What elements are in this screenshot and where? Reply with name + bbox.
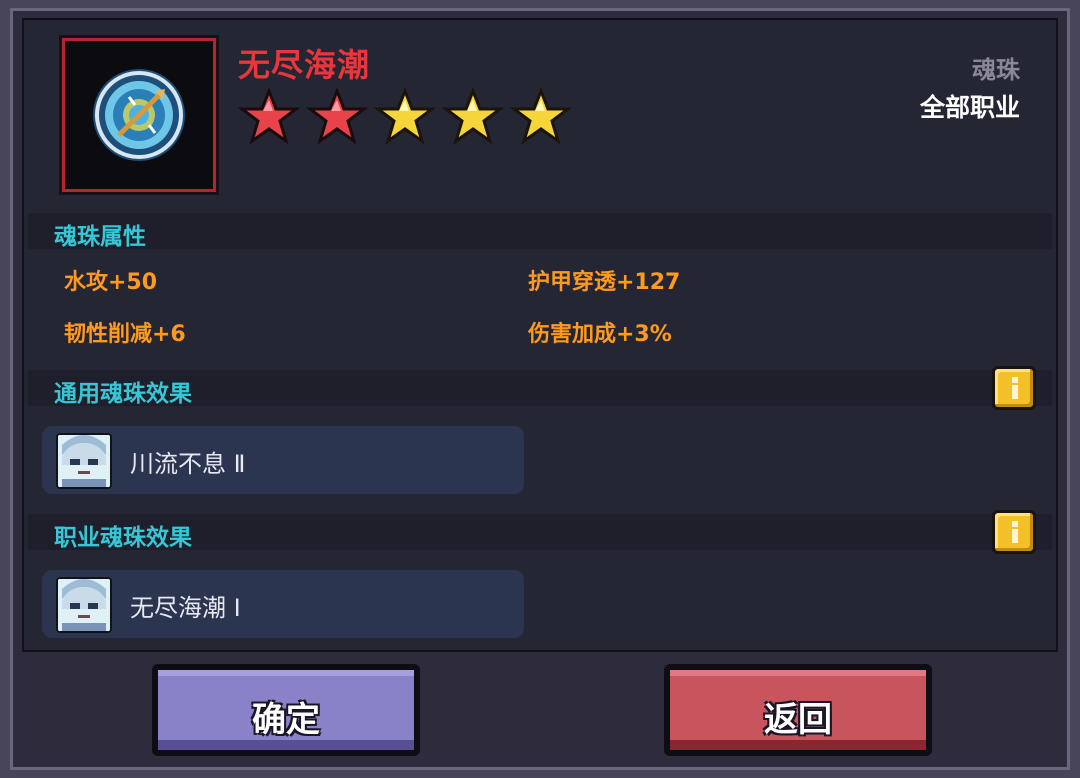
star-rating — [238, 88, 572, 146]
star-icon-red — [238, 88, 300, 145]
water-orb-icon — [93, 69, 185, 161]
class-effect-card[interactable]: 无尽海潮 Ⅰ — [42, 570, 524, 638]
confirm-button[interactable]: 确定 — [152, 664, 420, 756]
dialog-frame: 无尽海潮 魂珠 全部职业 魂珠属性 水攻+50 护甲穿透+127 韧性削减+6 … — [0, 0, 1080, 778]
class-effect-title: 职业魂珠效果 — [54, 525, 192, 551]
common-effect-card[interactable]: 川流不息 Ⅱ — [42, 426, 524, 494]
class-effect-label: 无尽海潮 Ⅰ — [130, 594, 241, 622]
star-icon-red — [306, 88, 368, 145]
item-icon-frame — [62, 38, 216, 192]
attribute-damage-bonus: 伤害加成+3% — [528, 322, 672, 347]
effect-portrait-icon — [56, 433, 112, 489]
star-icon-gold — [510, 88, 572, 145]
info-icon-dot — [1012, 377, 1018, 383]
info-icon-dot — [1012, 521, 1018, 527]
back-button[interactable]: 返回 — [664, 664, 932, 756]
effect-portrait-icon — [56, 577, 112, 633]
confirm-button-label: 确定 — [252, 700, 320, 740]
back-button-label: 返回 — [764, 700, 832, 740]
item-type: 魂珠 — [972, 56, 1020, 84]
info-icon-bar — [1012, 529, 1018, 543]
attribute-armor-penetration: 护甲穿透+127 — [528, 270, 681, 295]
attribute-toughness-reduction: 韧性削减+6 — [64, 322, 186, 347]
common-effect-section-header: 通用魂珠效果 — [28, 370, 1052, 407]
item-name: 无尽海潮 — [238, 46, 371, 84]
star-icon-gold — [442, 88, 504, 145]
attribute-water-attack: 水攻+50 — [64, 270, 158, 295]
attributes-title: 魂珠属性 — [54, 224, 146, 250]
info-icon[interactable] — [992, 510, 1036, 554]
attributes-section-header: 魂珠属性 — [28, 213, 1052, 250]
info-icon[interactable] — [992, 366, 1036, 410]
common-effect-label: 川流不息 Ⅱ — [130, 450, 246, 478]
info-icon-bar — [1012, 385, 1018, 399]
class-effect-section-header: 职业魂珠效果 — [28, 514, 1052, 551]
common-effect-title: 通用魂珠效果 — [54, 381, 192, 407]
item-class: 全部职业 — [919, 93, 1020, 122]
star-icon-gold — [374, 88, 436, 145]
